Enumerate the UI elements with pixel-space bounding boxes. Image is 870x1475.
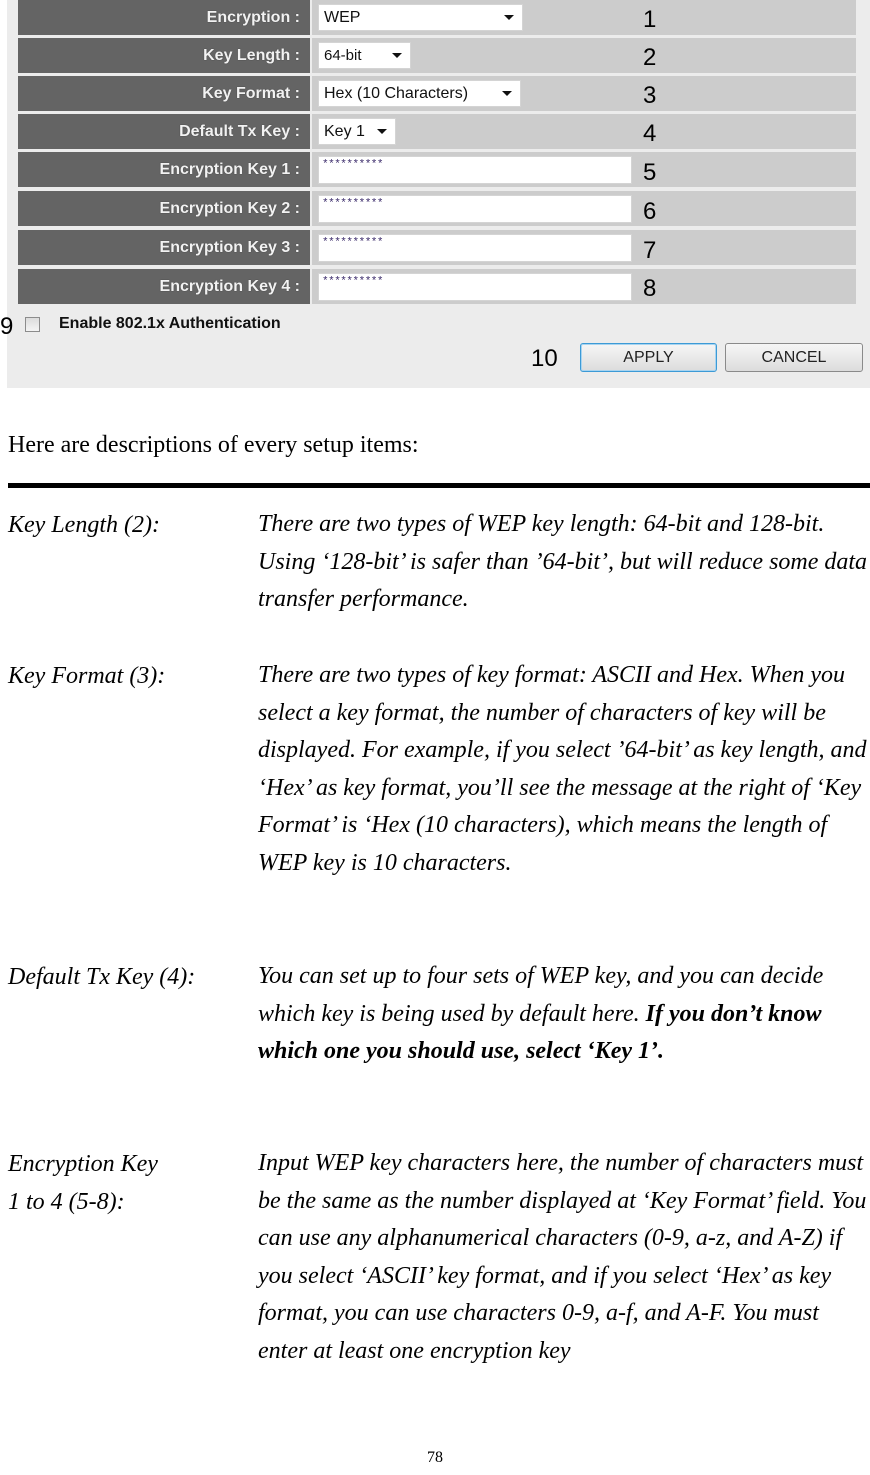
key-length-select-value: 64-bit: [324, 47, 362, 64]
term-encryption-key-line1: Encryption Key: [8, 1151, 158, 1177]
desc-encryption-key: Input WEP key characters here, the numbe…: [258, 1150, 867, 1364]
key-length-row: Key Length : 64-bit: [18, 38, 856, 73]
key-format-label: Key Format :: [18, 76, 310, 111]
encryption-label: Encryption :: [18, 0, 310, 35]
key-format-value-cell: Hex (10 Characters): [312, 76, 856, 111]
enable-8021x-label[interactable]: Enable 802.1x Authentication: [59, 315, 281, 333]
callout-3: 3: [643, 82, 657, 109]
default-tx-key-value-cell: Key 1: [312, 114, 856, 149]
callout-10: 10: [531, 345, 558, 372]
encryption-key-3-value-cell: **********: [312, 230, 856, 265]
key-format-select[interactable]: Hex (10 Characters): [318, 80, 521, 107]
encryption-select[interactable]: WEP: [318, 4, 523, 31]
encryption-key-4-value-cell: **********: [312, 269, 856, 304]
encryption-row: Encryption : WEP: [18, 0, 856, 35]
encryption-key-4-label: Encryption Key 4 :: [18, 269, 310, 304]
encryption-key-1-row: Encryption Key 1 : **********: [18, 152, 856, 187]
desc-default-tx-key: You can set up to four sets of WEP key, …: [258, 958, 870, 1071]
callout-5: 5: [643, 159, 657, 186]
callout-6: 6: [643, 198, 657, 225]
callout-7: 7: [643, 237, 657, 264]
apply-button[interactable]: APPLY: [580, 343, 717, 372]
intro-text: Here are descriptions of every setup ite…: [8, 432, 419, 458]
term-key-length: Key Length (2):: [8, 512, 160, 538]
section-divider: [8, 483, 870, 488]
cancel-button[interactable]: CANCEL: [725, 343, 863, 372]
encryption-key-4-row: Encryption Key 4 : **********: [18, 269, 856, 304]
default-tx-key-select[interactable]: Key 1: [318, 118, 396, 145]
encryption-key-2-value-cell: **********: [312, 191, 856, 226]
encryption-key-3-row: Encryption Key 3 : **********: [18, 230, 856, 265]
enable-8021x-checkbox[interactable]: [25, 317, 40, 332]
key-format-row: Key Format : Hex (10 Characters): [18, 76, 856, 111]
callout-8: 8: [643, 275, 657, 302]
encryption-key-2-row: Encryption Key 2 : **********: [18, 191, 856, 226]
encryption-value-cell: WEP: [312, 0, 856, 35]
page-number: 78: [427, 1449, 443, 1466]
term-encryption-key-line2: 1 to 4 (5-8):: [8, 1189, 125, 1215]
callout-2: 2: [643, 44, 657, 71]
callout-4: 4: [643, 120, 657, 147]
default-tx-key-label: Default Tx Key :: [18, 114, 310, 149]
key-length-label: Key Length :: [18, 38, 310, 73]
key-format-select-value: Hex (10 Characters): [324, 85, 469, 102]
callout-9: 9: [0, 313, 14, 340]
chevron-down-icon: [504, 15, 514, 20]
desc-key-format: There are two types of key format: ASCII…: [258, 662, 867, 876]
encryption-key-2-input[interactable]: **********: [318, 195, 632, 223]
key-length-value-cell: 64-bit: [312, 38, 856, 73]
encryption-key-4-input[interactable]: **********: [318, 273, 632, 301]
wep-settings-panel: Encryption : WEP Key Length : 64-bit Key…: [7, 0, 870, 388]
encryption-key-2-label: Encryption Key 2 :: [18, 191, 310, 226]
chevron-down-icon: [502, 91, 512, 96]
encryption-key-1-label: Encryption Key 1 :: [18, 152, 310, 187]
encryption-key-1-input[interactable]: **********: [318, 156, 632, 184]
chevron-down-icon: [392, 53, 402, 58]
encryption-key-1-value-cell: **********: [312, 152, 856, 187]
key-length-select[interactable]: 64-bit: [318, 42, 411, 69]
default-tx-key-row: Default Tx Key : Key 1: [18, 114, 856, 149]
encryption-key-3-label: Encryption Key 3 :: [18, 230, 310, 265]
term-default-tx-key: Default Tx Key (4):: [8, 964, 196, 990]
default-tx-key-select-value: Key 1: [324, 123, 365, 140]
term-key-format: Key Format (3):: [8, 663, 166, 689]
desc-key-length: There are two types of WEP key length: 6…: [258, 511, 868, 613]
encryption-key-3-input[interactable]: **********: [318, 234, 632, 262]
callout-1: 1: [643, 6, 657, 33]
encryption-select-value: WEP: [324, 9, 361, 26]
chevron-down-icon: [377, 129, 387, 134]
